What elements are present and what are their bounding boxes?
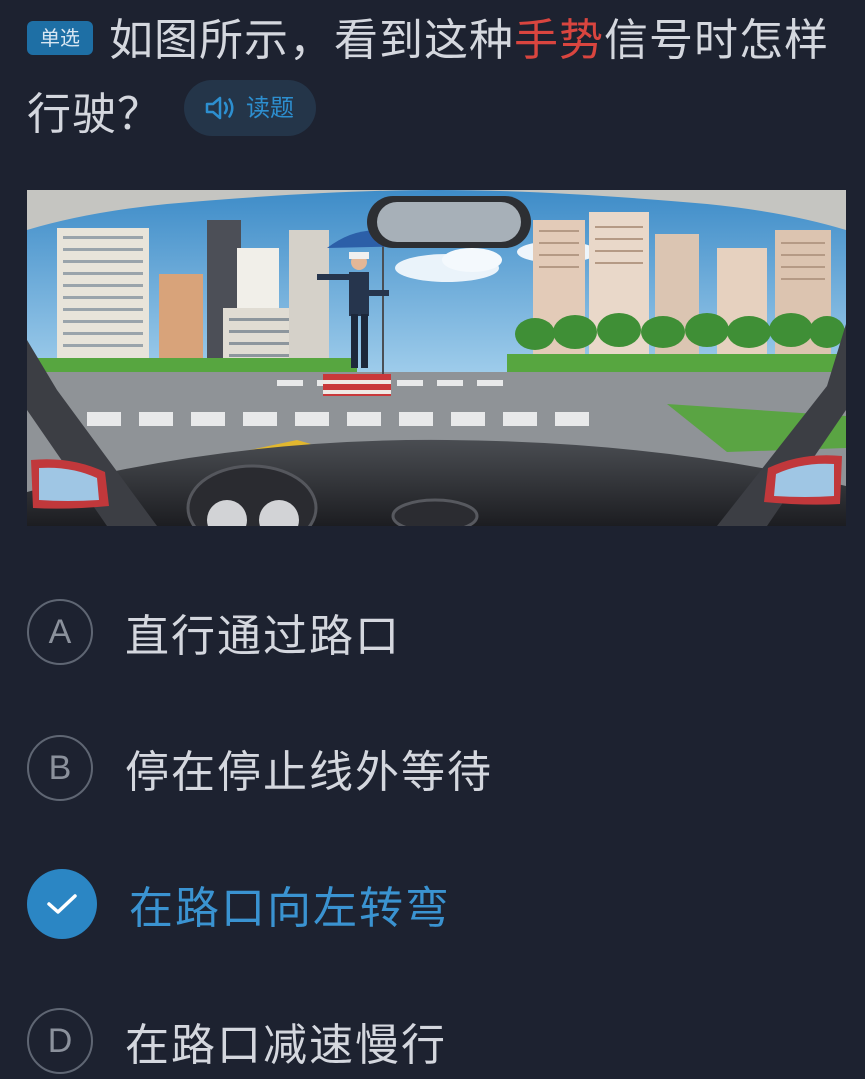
question-page: 单选 如图所示，看到这种手势信号时怎样行驶？ 读题 A 直行通过路口 B 停在停… <box>0 0 865 1079</box>
option-a[interactable]: A 直行通过路口 <box>27 597 401 667</box>
question-highlight-text: 手势 <box>514 15 604 66</box>
option-b-text: 停在停止线外等待 <box>125 747 493 798</box>
option-c[interactable]: 在路口向左转弯 <box>27 869 451 939</box>
option-d-text: 在路口减速慢行 <box>125 1020 447 1071</box>
option-b[interactable]: B 停在停止线外等待 <box>27 733 493 803</box>
option-b-letter: B <box>27 735 93 801</box>
option-a-letter: A <box>27 599 93 665</box>
read-question-button[interactable]: 读题 <box>184 80 316 136</box>
question-text-start: 如图所示，看到这种 <box>109 15 514 66</box>
question-type-badge: 单选 <box>27 21 93 55</box>
option-d-letter: D <box>27 1008 93 1074</box>
question-illustration <box>27 190 846 526</box>
option-a-text: 直行通过路口 <box>125 611 401 662</box>
option-c-text: 在路口向左转弯 <box>129 883 451 934</box>
read-question-label: 读题 <box>246 94 294 122</box>
selected-check-icon <box>27 869 97 939</box>
speaker-icon <box>205 96 234 120</box>
question-text: 单选 如图所示，看到这种手势信号时怎样行驶？ 读题 <box>27 4 842 152</box>
option-d[interactable]: D 在路口减速慢行 <box>27 1006 447 1076</box>
